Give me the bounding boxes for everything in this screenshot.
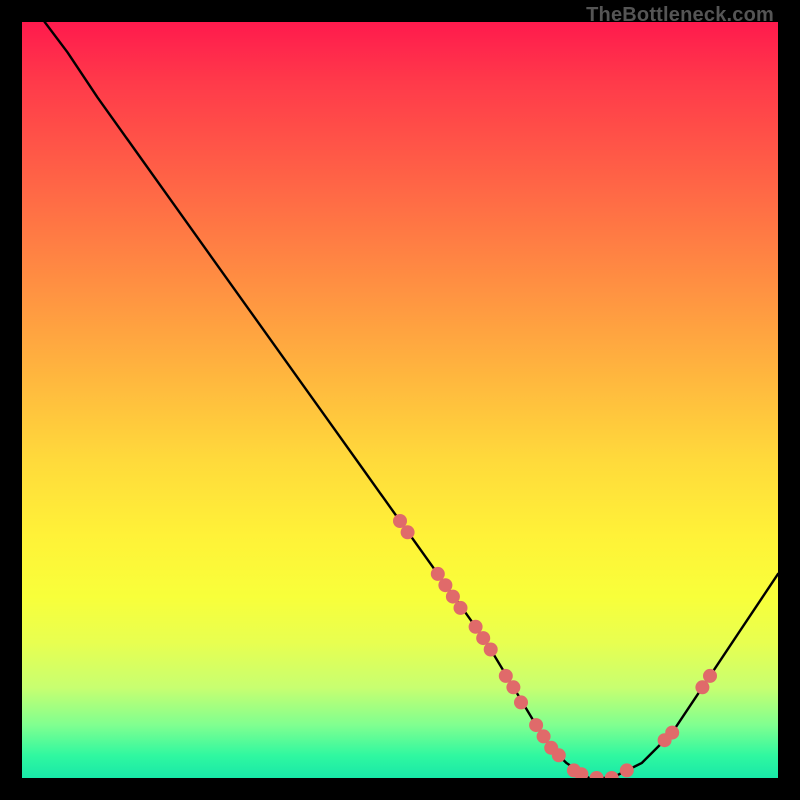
curve-marker (537, 729, 551, 743)
curve-marker (703, 669, 717, 683)
curve-marker (665, 726, 679, 740)
curve-marker (401, 525, 415, 539)
chart-svg (22, 22, 778, 778)
chart-plot-area (22, 22, 778, 778)
curve-marker (590, 771, 604, 778)
curve-marker (499, 669, 513, 683)
curve-marker (552, 748, 566, 762)
curve-marker (695, 680, 709, 694)
curve-marker (454, 601, 468, 615)
watermark-label: TheBottleneck.com (586, 4, 774, 27)
curve-marker (620, 763, 634, 777)
curve-marker (514, 695, 528, 709)
curve-marker (438, 578, 452, 592)
bottleneck-curve (45, 22, 778, 778)
curve-marker (605, 771, 619, 778)
curve-marker (476, 631, 490, 645)
curve-marker (506, 680, 520, 694)
curve-marker (484, 643, 498, 657)
